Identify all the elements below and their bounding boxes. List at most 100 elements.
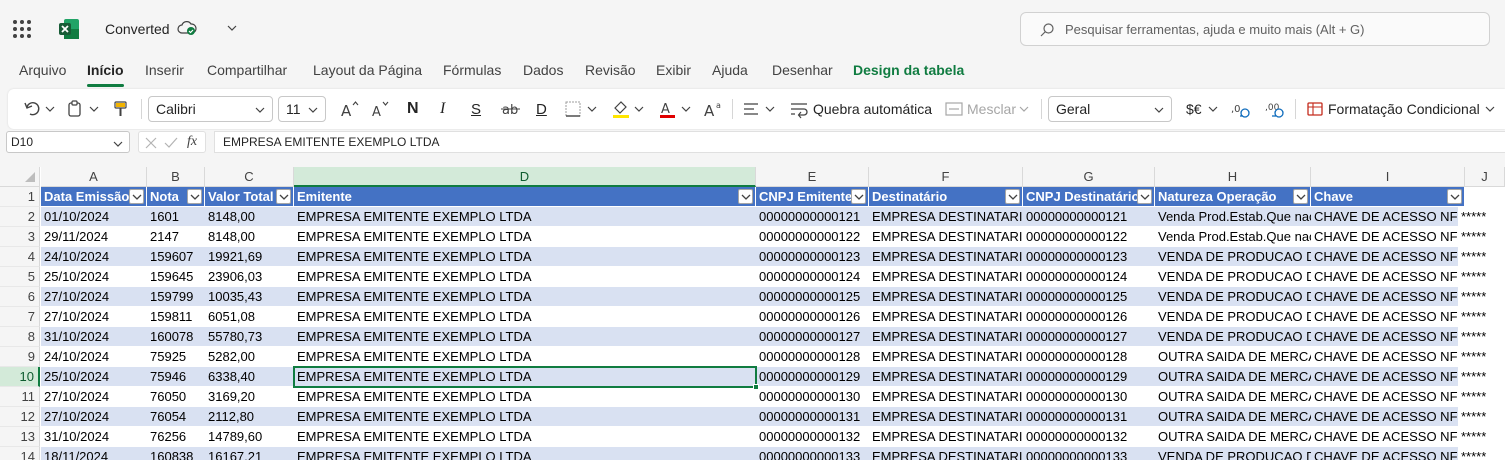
- table-cell[interactable]: 16167,21: [205, 447, 294, 460]
- cancel-icon[interactable]: [143, 135, 159, 151]
- table-cell[interactable]: 00000000000123: [1023, 247, 1155, 267]
- column-header-b[interactable]: B: [147, 167, 205, 187]
- row-header-7[interactable]: 7: [0, 307, 40, 327]
- table-cell[interactable]: VENDA DE PRODUCAO DO: [1155, 247, 1311, 267]
- format-painter-button[interactable]: [112, 96, 130, 122]
- tab-inicio[interactable]: Início: [87, 62, 124, 87]
- table-cell[interactable]: 6051,08: [205, 307, 294, 327]
- table-cell[interactable]: EMPRESA EMITENTE EXEMPLO LTDA: [294, 307, 756, 327]
- table-cell[interactable]: EMPRESA DESTINATARIO: [869, 407, 1023, 427]
- table-cell[interactable]: CHAVE DE ACESSO NF-E: [1311, 407, 1465, 427]
- table-cell[interactable]: EMPRESA DESTINATARIO: [869, 207, 1023, 227]
- table-cell[interactable]: OUTRA SAIDA DE MERCAD: [1155, 387, 1311, 407]
- table-cell[interactable]: CHAVE DE ACESSO NF-E: [1311, 387, 1465, 407]
- table-cell[interactable]: OUTRA SAIDA DE MERCAD: [1155, 367, 1311, 387]
- row-header-8[interactable]: 8: [0, 327, 40, 347]
- table-cell[interactable]: EMPRESA EMITENTE EXEMPLO LTDA: [294, 327, 756, 347]
- bold-button[interactable]: N: [407, 96, 419, 122]
- app-launcher-icon[interactable]: [13, 20, 31, 38]
- tab-revisao[interactable]: Revisão: [585, 62, 636, 78]
- table-cell[interactable]: CHAVE DE ACESSO NF-E: [1311, 287, 1465, 307]
- table-cell[interactable]: 00000000000124: [756, 267, 869, 287]
- decimal-decrease-button[interactable]: ,00: [1264, 96, 1286, 122]
- text-effects-button[interactable]: Aa: [703, 96, 725, 122]
- table-cell[interactable]: Venda Prod.Estab.Que nao: [1155, 227, 1311, 247]
- table-cell[interactable]: 29/11/2024: [41, 227, 147, 247]
- table-cell[interactable]: CHAVE DE ACESSO NF-E: [1311, 267, 1465, 287]
- table-cell[interactable]: CHAVE DE ACESSO NF-E: [1311, 447, 1465, 460]
- conditional-format-button[interactable]: Formatação Condicional: [1306, 96, 1496, 122]
- table-cell[interactable]: EMPRESA EMITENTE EXEMPLO LTDA: [294, 387, 756, 407]
- table-cell[interactable]: 159607: [147, 247, 205, 267]
- table-cell[interactable]: 00000000000127: [1023, 327, 1155, 347]
- table-cell[interactable]: CHAVE DE ACESSO NF-E: [1311, 327, 1465, 347]
- table-cell[interactable]: *****: [1458, 367, 1505, 387]
- table-cell[interactable]: EMPRESA EMITENTE EXEMPLO LTDA: [294, 247, 756, 267]
- table-cell[interactable]: 3169,20: [205, 387, 294, 407]
- row-header-10[interactable]: 10: [0, 367, 40, 387]
- document-title[interactable]: Converted: [105, 21, 170, 37]
- table-cell[interactable]: 00000000000126: [756, 307, 869, 327]
- column-header-a[interactable]: A: [41, 167, 147, 187]
- table-cell[interactable]: 8148,00: [205, 207, 294, 227]
- table-cell[interactable]: *****: [1458, 447, 1505, 460]
- table-cell[interactable]: 1601: [147, 207, 205, 227]
- formula-input[interactable]: EMPRESA EMITENTE EXEMPLO LTDA: [214, 131, 1505, 153]
- table-cell[interactable]: EMPRESA EMITENTE EXEMPLO LTDA: [294, 287, 756, 307]
- table-cell[interactable]: 00000000000125: [1023, 287, 1155, 307]
- table-cell[interactable]: 75925: [147, 347, 205, 367]
- fill-color-button[interactable]: [611, 96, 647, 122]
- table-cell[interactable]: 00000000000129: [756, 367, 869, 387]
- row-header-3[interactable]: 3: [0, 227, 40, 247]
- row-header-11[interactable]: 11: [0, 387, 40, 407]
- table-cell[interactable]: 31/10/2024: [41, 327, 147, 347]
- table-cell[interactable]: *****: [1458, 427, 1505, 447]
- table-cell[interactable]: 00000000000121: [1023, 207, 1155, 227]
- table-cell[interactable]: *****: [1458, 387, 1505, 407]
- table-cell[interactable]: 5282,00: [205, 347, 294, 367]
- table-cell[interactable]: EMPRESA DESTINATARIO: [869, 267, 1023, 287]
- row-header-5[interactable]: 5: [0, 267, 40, 287]
- table-cell[interactable]: EMPRESA DESTINATARIO: [869, 427, 1023, 447]
- table-cell[interactable]: 00000000000123: [756, 247, 869, 267]
- table-cell[interactable]: 159645: [147, 267, 205, 287]
- table-cell[interactable]: VENDA DE PRODUCAO DO: [1155, 327, 1311, 347]
- spreadsheet-grid[interactable]: A B C D E F G H I J 1 2 3 4 5 6 7 8 9 10 11 12 13 14 Data Emissã…: [0, 167, 1505, 460]
- table-cell[interactable]: 00000000000122: [1023, 227, 1155, 247]
- table-cell[interactable]: *****: [1458, 287, 1505, 307]
- table-cell[interactable]: 00000000000133: [756, 447, 869, 460]
- table-cell[interactable]: 55780,73: [205, 327, 294, 347]
- table-cell[interactable]: 23906,03: [205, 267, 294, 287]
- table-cell[interactable]: CHAVE DE ACESSO NF-E: [1311, 347, 1465, 367]
- table-cell[interactable]: 00000000000130: [756, 387, 869, 407]
- tab-desenhar[interactable]: Desenhar: [772, 62, 833, 78]
- wrap-text-button[interactable]: Quebra automática: [789, 96, 932, 122]
- table-cell[interactable]: OUTRA SAIDA DE MERCAD: [1155, 407, 1311, 427]
- table-cell[interactable]: EMPRESA EMITENTE EXEMPLO LTDA: [294, 267, 756, 287]
- filter-dropdown-icon[interactable]: [129, 189, 144, 204]
- table-cell[interactable]: Venda Prod.Estab.Que nao: [1155, 207, 1311, 227]
- decimal-increase-button[interactable]: ,0: [1230, 96, 1252, 122]
- table-cell[interactable]: 00000000000125: [756, 287, 869, 307]
- table-cell[interactable]: *****: [1458, 307, 1505, 327]
- table-cell[interactable]: OUTRA SAIDA DE MERCAD: [1155, 427, 1311, 447]
- strikethrough-button[interactable]: S: [471, 96, 481, 122]
- table-cell[interactable]: VENDA DE PRODUCAO DO: [1155, 287, 1311, 307]
- table-cell[interactable]: EMPRESA DESTINATARIO: [869, 247, 1023, 267]
- table-cell[interactable]: *****: [1458, 227, 1505, 247]
- align-button[interactable]: [742, 96, 778, 122]
- table-header-cell[interactable]: Destinatário: [869, 187, 1023, 207]
- tab-exibir[interactable]: Exibir: [656, 62, 691, 78]
- table-cell[interactable]: EMPRESA EMITENTE EXEMPLO LTDA: [294, 367, 756, 387]
- table-cell[interactable]: CHAVE DE ACESSO NF-E: [1311, 247, 1465, 267]
- table-cell[interactable]: 00000000000128: [756, 347, 869, 367]
- table-cell[interactable]: VENDA DE PRODUCAO DO: [1155, 267, 1311, 287]
- table-cell[interactable]: 00000000000127: [756, 327, 869, 347]
- column-header-j[interactable]: J: [1465, 167, 1505, 187]
- row-header-2[interactable]: 2: [0, 207, 40, 227]
- tab-ajuda[interactable]: Ajuda: [712, 62, 748, 78]
- table-cell[interactable]: 00000000000133: [1023, 447, 1155, 460]
- tab-dados[interactable]: Dados: [523, 62, 563, 78]
- filter-dropdown-icon[interactable]: [276, 189, 291, 204]
- font-size-dropdown[interactable]: 11: [278, 96, 326, 122]
